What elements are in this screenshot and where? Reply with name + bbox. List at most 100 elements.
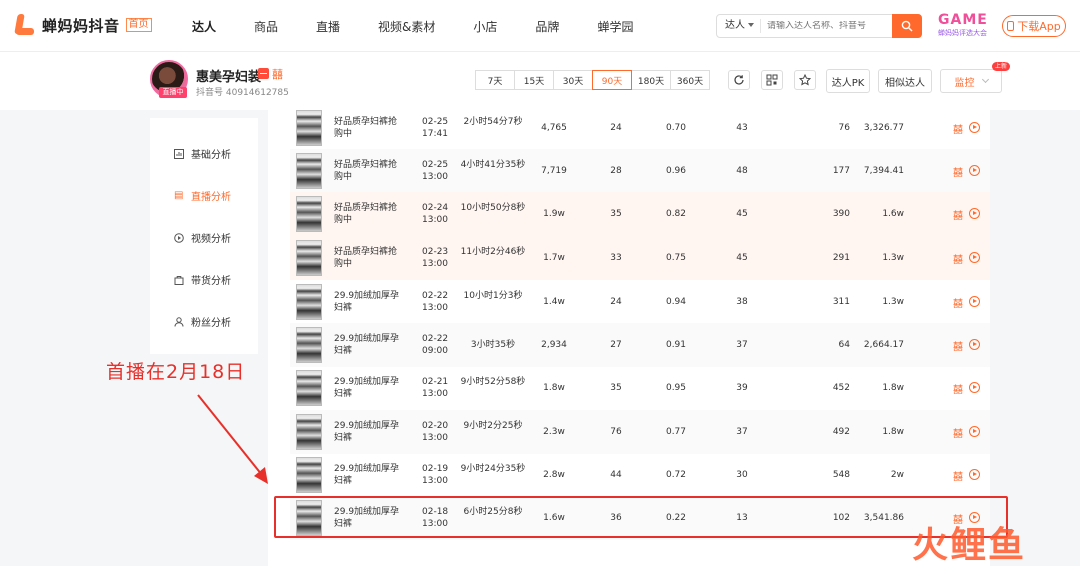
metric-1: 2.3w (543, 427, 565, 437)
sidebar-item-label: 基础分析 (191, 150, 231, 161)
metric-3: 0.91 (665, 340, 687, 350)
live-clock: 13:00 (422, 433, 448, 443)
live-title[interactable]: 好品质孕妇裤抢购中 (334, 202, 404, 226)
nav-item-goods[interactable]: 商品 (254, 18, 278, 35)
search-input[interactable] (761, 21, 881, 31)
douyin-id: 抖音号 40914612785 (196, 88, 289, 98)
detail-icon[interactable]: 囍 (953, 295, 963, 310)
live-title[interactable]: 好品质孕妇裤抢购中 (334, 246, 404, 270)
pk-button[interactable]: 达人PK (826, 69, 870, 93)
play-replay-icon[interactable] (969, 208, 980, 219)
range-15d[interactable]: 15天 (514, 70, 554, 90)
metric-6: 7,394.41 (863, 166, 904, 176)
metric-2: 33 (610, 253, 622, 263)
nav-item-shop[interactable]: 小店 (473, 18, 497, 35)
nav-item-live[interactable]: 直播 (316, 18, 340, 35)
live-clock: 13:00 (422, 389, 448, 399)
live-cover-thumbnail[interactable] (296, 240, 322, 276)
nav-item-academy[interactable]: 蝉学园 (597, 18, 633, 35)
logo[interactable]: 蝉妈妈抖音 首页 (14, 14, 152, 36)
search-button[interactable] (892, 14, 922, 38)
metric-5: 64 (838, 340, 850, 350)
metric-4: 37 (736, 340, 748, 350)
table-row[interactable]: 好品质孕妇裤抢购中 02-25 13:00 4小时41分35秒 7,719 28 0.96 4… (290, 149, 990, 193)
live-cover-thumbnail[interactable] (296, 457, 322, 493)
store-icon (258, 68, 269, 79)
detail-icon[interactable]: 囍 (953, 207, 963, 222)
detail-icon[interactable]: 囍 (953, 164, 963, 179)
live-title[interactable]: 29.9加绒加厚孕妇裤 (334, 290, 404, 314)
similar-button[interactable]: 相似达人 (878, 69, 932, 93)
live-date: 02-21 (422, 377, 449, 387)
play-replay-icon[interactable] (969, 296, 980, 307)
nav-item-video[interactable]: 视频&素材 (378, 18, 435, 35)
search-icon (901, 20, 913, 32)
table-row[interactable]: 好品质孕妇裤抢购中 02-24 13:00 10小时50分8秒 1.9w 35 0.82 45… (290, 192, 990, 236)
play-replay-icon[interactable] (969, 426, 980, 437)
sidebar-item-video[interactable]: 视频分析 (174, 230, 231, 245)
live-duration: 2小时54分7秒 (463, 117, 523, 127)
play-replay-icon[interactable] (969, 165, 980, 176)
metric-1: 7,719 (541, 166, 567, 176)
top-header: 蝉妈妈抖音 首页 达人 商品 直播 视频&素材 小店 品牌 蝉学园 达人 GAM… (0, 0, 1080, 52)
table-row[interactable]: 29.9加绒加厚孕妇裤 02-19 13:00 9小时24分35秒 2.8w 44 0.72… (290, 453, 990, 497)
table-row[interactable]: 29.9加绒加厚孕妇裤 02-21 13:00 9小时52分58秒 1.8w 35 0.95… (290, 366, 990, 410)
live-title[interactable]: 好品质孕妇裤抢购中 (334, 116, 404, 140)
qrcode-button[interactable] (761, 70, 783, 90)
table-row[interactable]: 29.9加绒加厚孕妇裤 02-22 13:00 10小时1分3秒 1.4w 24 0.94 3… (290, 280, 990, 324)
sidebar-item-goods[interactable]: 带货分析 (174, 272, 231, 287)
metric-6: 2,664.17 (863, 340, 904, 350)
download-app-button[interactable]: 下载App (1002, 15, 1066, 37)
table-row[interactable]: 29.9加绒加厚孕妇裤 02-20 13:00 9小时2分25秒 2.3w 76 0.77 3… (290, 410, 990, 454)
metric-5: 390 (832, 209, 850, 219)
detail-icon[interactable]: 囍 (953, 251, 963, 266)
range-180d[interactable]: 180天 (631, 70, 671, 90)
table-row[interactable]: 好品质孕妇裤抢购中 02-25 17:41 2小时54分7秒 4,765 24 0.70 43… (290, 106, 990, 150)
live-title[interactable]: 29.9加绒加厚孕妇裤 (334, 420, 404, 444)
detail-icon[interactable]: 囍 (953, 338, 963, 353)
nav-item-talent[interactable]: 达人 (192, 18, 216, 35)
sidebar-item-live[interactable]: ▤ 直播分析 (174, 188, 231, 203)
metric-1: 1.4w (543, 297, 565, 307)
game-event-logo[interactable]: GAME 蝉妈妈评选大会 (938, 12, 990, 42)
live-title[interactable]: 29.9加绒加厚孕妇裤 (334, 376, 404, 400)
search-type-select[interactable]: 达人 (717, 19, 761, 33)
detail-icon[interactable]: 囍 (953, 121, 963, 136)
live-cover-thumbnail[interactable] (296, 110, 322, 146)
detail-icon[interactable]: 囍 (953, 381, 963, 396)
table-row[interactable]: 29.9加绒加厚孕妇裤 02-22 09:00 3小时35秒 2,934 27 0.91 37… (290, 323, 990, 367)
detail-icon[interactable]: 囍 (953, 425, 963, 440)
live-title[interactable]: 29.9加绒加厚孕妇裤 (334, 463, 404, 487)
nav-item-brand[interactable]: 品牌 (535, 18, 559, 35)
live-start-time: 02-20 13:00 (422, 420, 452, 444)
play-replay-icon[interactable] (969, 339, 980, 350)
live-cover-thumbnail[interactable] (296, 327, 322, 363)
metric-3: 0.77 (665, 427, 687, 437)
play-replay-icon[interactable] (969, 122, 980, 133)
refresh-button[interactable] (728, 70, 750, 90)
home-tag[interactable]: 首页 (125, 18, 152, 32)
table-row[interactable]: 好品质孕妇裤抢购中 02-23 13:00 11小时2分46秒 1.7w 33 0.75 45… (290, 236, 990, 280)
live-title[interactable]: 29.9加绒加厚孕妇裤 (334, 333, 404, 357)
range-90d[interactable]: 90天 (592, 70, 632, 90)
live-title[interactable]: 好品质孕妇裤抢购中 (334, 159, 404, 183)
monitor-button[interactable]: 监控 (940, 69, 1002, 93)
sidebar-item-fans[interactable]: 粉丝分析 (174, 314, 231, 329)
range-7d[interactable]: 7天 (475, 70, 515, 90)
metric-6: 3,326.77 (863, 123, 904, 133)
live-cover-thumbnail[interactable] (296, 153, 322, 189)
play-replay-icon[interactable] (969, 382, 980, 393)
favorite-button[interactable] (794, 70, 816, 90)
live-cover-thumbnail[interactable] (296, 196, 322, 232)
live-cover-thumbnail[interactable] (296, 414, 322, 450)
range-360d[interactable]: 360天 (670, 70, 710, 90)
detail-icon[interactable]: 囍 (953, 468, 963, 483)
range-30d[interactable]: 30天 (553, 70, 593, 90)
sidebar-item-basic[interactable]: 基础分析 (174, 146, 231, 161)
live-start-time: 02-21 13:00 (422, 376, 452, 400)
play-replay-icon[interactable] (969, 252, 980, 263)
metric-2: 28 (610, 166, 622, 176)
play-replay-icon[interactable] (969, 469, 980, 480)
live-cover-thumbnail[interactable] (296, 370, 322, 406)
live-cover-thumbnail[interactable] (296, 284, 322, 320)
